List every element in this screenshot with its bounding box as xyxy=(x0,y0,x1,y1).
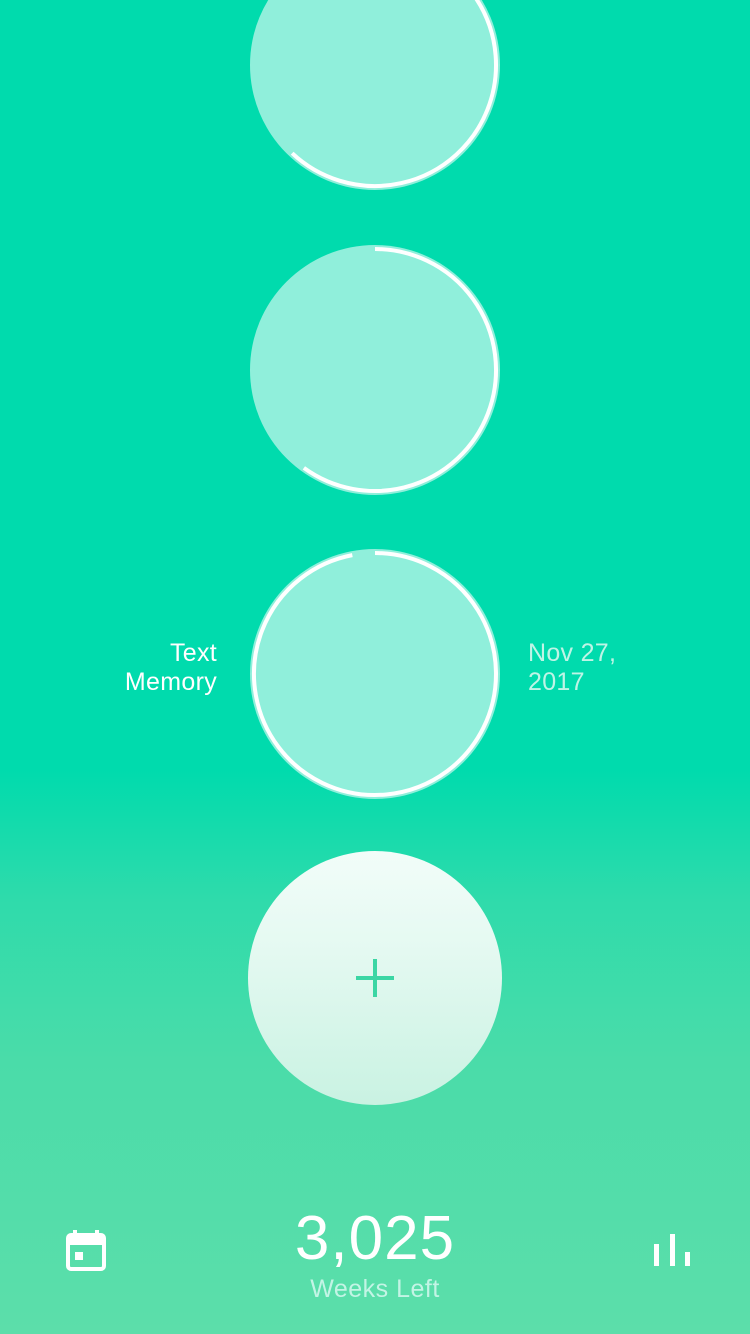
memory-date: Nov 27, 2017 xyxy=(528,639,688,697)
memory-progress-ring xyxy=(250,549,500,799)
bar-chart-icon xyxy=(654,1234,690,1266)
add-memory-button[interactable] xyxy=(248,851,502,1105)
plus-icon xyxy=(356,959,394,997)
calendar-icon xyxy=(66,1230,106,1271)
memory-title: Text Memory xyxy=(57,639,217,697)
calendar-button[interactable] xyxy=(66,1230,106,1272)
memory-progress-ring xyxy=(250,0,500,190)
memory-circle[interactable] xyxy=(250,0,500,190)
weeks-left-value: 3,025 xyxy=(294,1204,456,1273)
memory-progress-ring xyxy=(250,245,500,495)
stats-button[interactable] xyxy=(652,1232,692,1268)
memory-circle-selected[interactable] xyxy=(250,549,500,799)
memory-title-line-2: Memory xyxy=(124,668,217,696)
weeks-left-label: Weeks Left xyxy=(310,1275,440,1303)
memory-date-line-2: 2017 xyxy=(528,668,585,696)
memory-date-line-1: Nov 27, xyxy=(528,639,617,667)
memory-circle[interactable] xyxy=(250,245,500,495)
memory-title-line-1: Text xyxy=(169,639,217,667)
